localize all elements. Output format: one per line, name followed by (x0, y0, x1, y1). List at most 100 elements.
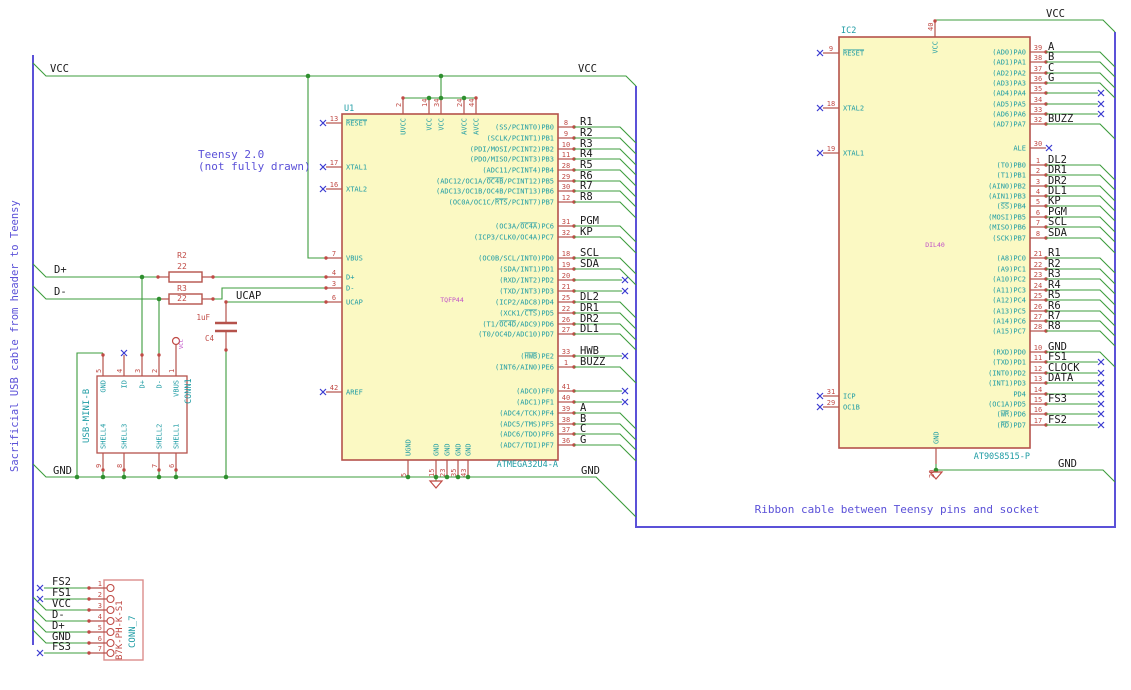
net-label: SDA (1048, 227, 1068, 239)
pin-name: (INT6/AIN0)PE6 (495, 364, 554, 372)
pin-name: (HWB)PE2 (520, 353, 554, 361)
pin-name: (AIN0)PB2 (988, 183, 1026, 191)
ground-symbols (428, 471, 944, 489)
net-label: KP (580, 226, 593, 238)
junction-dot (173, 474, 179, 480)
wire (1046, 61, 1116, 78)
pin-name: XTAL1 (843, 150, 864, 158)
pin-name: XTAL2 (843, 105, 864, 113)
pin-number: 12 (1034, 365, 1042, 373)
pin-number: 16 (1034, 406, 1042, 414)
pin-number: 33 (562, 348, 570, 356)
pin-number: 27 (562, 326, 570, 334)
wire (935, 464, 1116, 483)
pin-number: 4 (1036, 188, 1040, 196)
ic2-value: AT90S8515-P (974, 452, 1030, 462)
pin-name: (SS)PB4 (996, 203, 1026, 211)
pin-name: (ADC6/TDO)PF6 (499, 431, 554, 439)
pin-number: 4 (332, 269, 336, 277)
pin-number: 7 (151, 464, 159, 468)
pin-number: 11 (562, 151, 570, 159)
pin-name: (OC1A)PD5 (988, 401, 1026, 409)
pin-number: 1 (168, 369, 176, 373)
pin-name: (ICP2/ADC8)PD4 (495, 299, 554, 307)
resistor-r3: R322 (159, 284, 213, 305)
junction-dot (100, 474, 106, 480)
pin-name: (RXD)PD0 (992, 349, 1026, 357)
pin-name: (A8)PC0 (996, 255, 1026, 263)
junction-dot (74, 474, 80, 480)
pin-number: 34 (1034, 96, 1042, 104)
junction-dot (305, 73, 311, 79)
pin-name: XTAL1 (346, 164, 367, 172)
pin-number: 15 (1034, 396, 1042, 404)
no-connect-icon (621, 352, 629, 360)
pin-end (933, 19, 937, 23)
junction-dot (465, 474, 471, 480)
pin-name: (A10)PC2 (992, 276, 1026, 284)
net-label: DL1 (580, 323, 599, 335)
ic2-reference: IC2 (841, 26, 856, 36)
pin-number: 3 (134, 369, 142, 373)
pin-name: (INT0)PD2 (988, 370, 1026, 378)
pin-end (122, 468, 126, 472)
pin-number: 7 (98, 645, 102, 653)
no-connect-icon (1097, 110, 1105, 118)
pin-number: 7 (1036, 219, 1040, 227)
pin-number: 30 (1034, 140, 1042, 148)
wire (574, 268, 637, 286)
pin-name: (RXD/INT2)PD2 (499, 277, 554, 285)
pin-end (157, 353, 161, 357)
pin-name: SHELL1 (173, 424, 181, 449)
net-label: GND (581, 465, 600, 477)
pin-end (87, 651, 91, 655)
no-connect-icon (1097, 421, 1105, 429)
connector-conn7: 1 2 3 4 5 6 7 B7K-PH-K-S1 CONN_7 (89, 579, 144, 661)
pin-number: 3 (1036, 178, 1040, 186)
pin-name: (RD)PD7 (996, 422, 1026, 430)
pin-number: 31 (827, 388, 835, 396)
pin-name: (ADC12/OC1A/OC4B/PCINT12)PB5 (436, 178, 554, 186)
pin-number: 26 (1034, 303, 1042, 311)
no-connect-icon (319, 163, 327, 171)
pin-name: ALE (1013, 145, 1026, 153)
pin-number: 3 (98, 602, 102, 610)
pin-name: PD4 (1013, 391, 1026, 399)
conn7-pin-circle (106, 605, 115, 615)
pin-number: 26 (562, 316, 570, 324)
resistor-body (168, 271, 203, 283)
net-label: D+ (54, 264, 67, 276)
pin-number: 5 (98, 624, 102, 632)
pin-number: 24 (1034, 282, 1042, 290)
wire (32, 263, 158, 278)
pin-name: (AD2)PA2 (992, 70, 1026, 78)
pin-name: XTAL2 (346, 186, 367, 194)
pin-end (87, 630, 91, 634)
pin-name: (AD4)PA4 (992, 90, 1026, 98)
pin-name: (AIN1)PB3 (988, 193, 1026, 201)
net-label: BUZZ (1048, 113, 1073, 125)
pin-number: 38 (562, 416, 570, 424)
pin-number: 6 (168, 464, 176, 468)
no-connect-icon (1097, 358, 1105, 366)
resistor-value: 22 (177, 294, 187, 303)
net-label: FS3 (1048, 393, 1067, 405)
pin-name: (A13)PC5 (992, 308, 1026, 316)
no-connect-icon (621, 276, 629, 284)
pin-number: 11 (1034, 354, 1042, 362)
pin-number: 17 (1034, 417, 1042, 425)
pin-name: RESET (346, 120, 368, 128)
pin-number: 38 (1034, 54, 1042, 62)
pin-name: (T0/OC4D/ADC10)PD7 (478, 331, 554, 339)
pin-number: 37 (1034, 65, 1042, 73)
pin-name: (XCK1/CTS)PD5 (499, 310, 554, 318)
pin-number: 5 (95, 369, 103, 373)
no-connect-icon (36, 595, 44, 603)
pin-end (87, 608, 91, 612)
wire (574, 444, 637, 462)
pin-name: (A9)PC1 (996, 266, 1026, 274)
pin-number: 41 (562, 383, 570, 391)
no-connect-icon (36, 649, 44, 657)
annotation-teensy-line2: (not fully drawn) (198, 160, 311, 173)
conn7-pin-circle (106, 627, 115, 637)
